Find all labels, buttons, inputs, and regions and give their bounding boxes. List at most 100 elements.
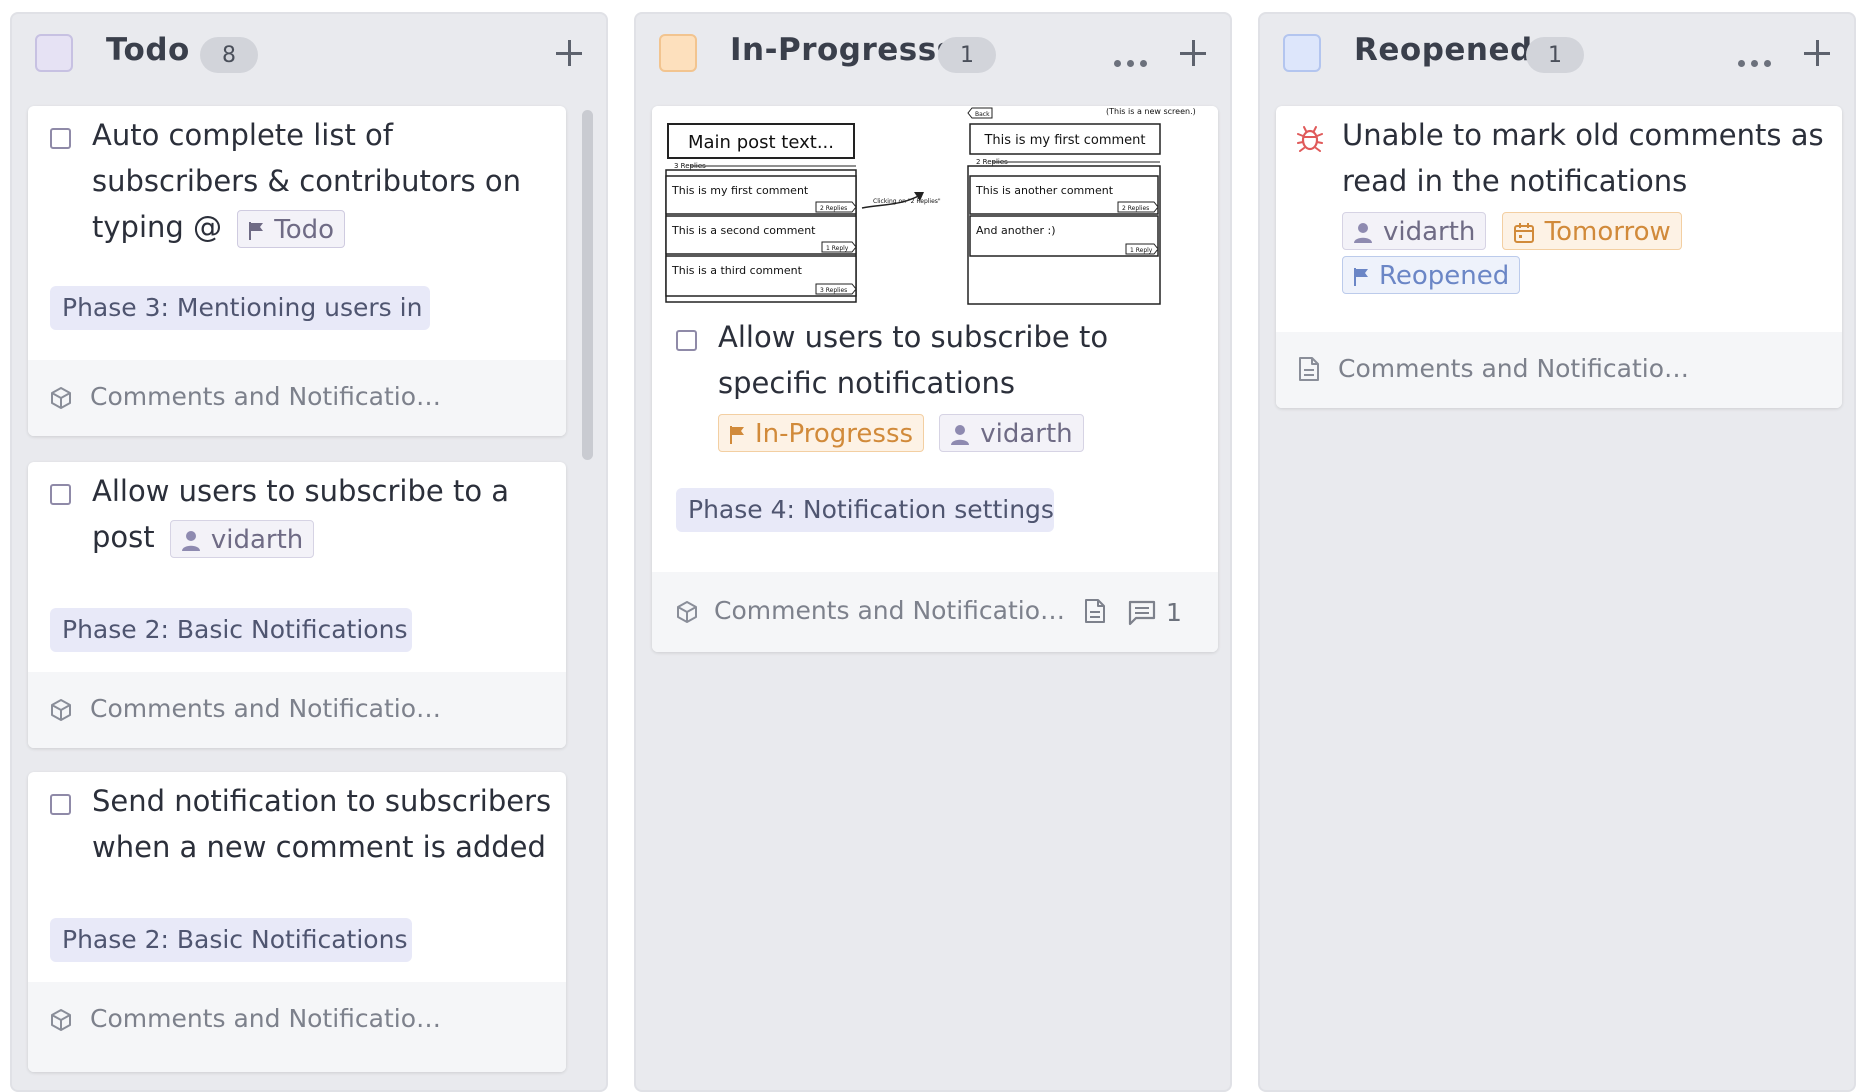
- status-chip-label: Reopened: [1379, 261, 1510, 291]
- card-title[interactable]: Allow users to subscribe to specific not…: [718, 314, 1198, 454]
- card-title-line: Allow users to subscribe to a: [92, 474, 510, 508]
- card[interactable]: Main post text... 3 Replies This is my f…: [652, 106, 1218, 652]
- mock-comment: This is my first comment: [983, 133, 1145, 148]
- mock-badge: 2 Replies: [1122, 205, 1149, 212]
- card-title-line: specific notifications: [718, 366, 1015, 400]
- card-title[interactable]: Unable to mark old comments as read in t…: [1342, 112, 1832, 296]
- comment-count: 1: [1166, 598, 1182, 627]
- mock-comment: This is a second comment: [671, 224, 816, 237]
- column-header: Todo 8: [12, 14, 606, 104]
- due-date-label: Tomorrow: [1544, 217, 1671, 247]
- due-date-chip[interactable]: Tomorrow: [1501, 212, 1682, 250]
- card-title-line: Send notification to subscribers: [92, 784, 552, 818]
- card-title-line: when a new comment is added: [92, 830, 546, 864]
- column-header: In-Progresss 1: [636, 14, 1230, 104]
- document-icon: [1299, 357, 1319, 381]
- column-todo: Todo 8 Auto complete list of subscribers…: [10, 12, 608, 1092]
- project-name[interactable]: Comments and Notificatio…: [90, 1004, 441, 1033]
- card[interactable]: Auto complete list of subscribers & cont…: [28, 106, 566, 436]
- add-card-icon[interactable]: [1804, 40, 1830, 66]
- card-chips: vidarth Tomorrow: [1342, 206, 1832, 252]
- column-color-swatch[interactable]: [659, 34, 697, 72]
- card[interactable]: Send notification to subscribers when a …: [28, 772, 566, 1072]
- mock-badge: 3 Replies: [820, 287, 847, 294]
- column-count-badge: 8: [200, 37, 258, 73]
- card-footer: Comments and Notificatio… 1: [652, 572, 1218, 652]
- card-footer: Comments and Notificatio…: [28, 982, 566, 1072]
- status-chip-label: Todo: [274, 215, 335, 245]
- column-scrollbar[interactable]: [582, 110, 593, 460]
- phase-tag[interactable]: Phase 3: Mentioning users in c: [50, 286, 430, 330]
- card[interactable]: Unable to mark old comments as read in t…: [1276, 106, 1842, 408]
- phase-tag[interactable]: Phase 2: Basic Notifications: [50, 608, 412, 652]
- kanban-board: Todo 8 Auto complete list of subscribers…: [0, 0, 1874, 1092]
- user-icon: [181, 530, 200, 551]
- add-card-icon[interactable]: [1180, 40, 1206, 66]
- project-name[interactable]: Comments and Notificatio…: [1338, 354, 1689, 383]
- status-chip-label: In-Progresss: [755, 419, 914, 449]
- assignee-name: vidarth: [1383, 217, 1476, 247]
- column-header: Reopened 1: [1260, 14, 1854, 104]
- add-card-icon[interactable]: [556, 40, 582, 66]
- phase-tag[interactable]: Phase 2: Basic Notifications: [50, 918, 412, 962]
- card-title-text: post: [92, 520, 155, 554]
- assignee-name: vidarth: [210, 525, 304, 555]
- mock-badge: 1 Reply: [826, 245, 849, 252]
- project-name[interactable]: Comments and Notificatio…: [90, 694, 441, 723]
- mock-comment: This is my first comment: [671, 184, 809, 197]
- phase-tag[interactable]: Phase 4: Notification settings: [676, 488, 1054, 532]
- mock-label: Clicking on "2 Replies": [873, 198, 941, 205]
- column-count-badge: 1: [1526, 37, 1584, 73]
- column-color-swatch[interactable]: [35, 34, 73, 72]
- cube-icon: [51, 387, 71, 409]
- card-title-line: read in the notifications: [1342, 164, 1688, 198]
- checkbox-icon[interactable]: [50, 128, 71, 149]
- assignee-chip[interactable]: vidarth: [939, 414, 1084, 452]
- checkbox-icon[interactable]: [676, 330, 697, 351]
- card-title[interactable]: Send notification to subscribers when a …: [92, 778, 562, 870]
- more-options-icon[interactable]: [1114, 36, 1148, 67]
- status-chip[interactable]: Reopened: [1342, 256, 1521, 294]
- column-title[interactable]: Todo: [106, 32, 190, 68]
- card-title-line: post vidarth: [92, 514, 552, 560]
- mock-label: (This is a new screen.): [1106, 107, 1196, 116]
- card-title-line: typing @ Todo: [92, 204, 552, 250]
- status-chip[interactable]: Todo: [237, 210, 346, 248]
- card-title-line: Unable to mark old comments as: [1342, 118, 1824, 152]
- card-title-line: Allow users to subscribe to: [718, 320, 1109, 354]
- card[interactable]: Allow users to subscribe to a post vidar…: [28, 462, 566, 748]
- card-title-line: Auto complete list of: [92, 118, 393, 152]
- mock-label: Back: [975, 111, 990, 118]
- card-footer: Comments and Notificatio…: [28, 360, 566, 436]
- mock-comment: And another :): [976, 224, 1056, 237]
- assignee-chip[interactable]: vidarth: [1342, 212, 1487, 250]
- card-title-text: typing @: [92, 210, 223, 244]
- card-chips: In-Progresss vidarth: [718, 408, 1198, 454]
- project-name[interactable]: Comments and Notificatio…: [714, 596, 1065, 625]
- column-reopened: Reopened 1 Unable to mark old comments a…: [1258, 12, 1856, 1092]
- attachment-image[interactable]: Main post text... 3 Replies This is my f…: [652, 106, 1218, 306]
- card-title[interactable]: Auto complete list of subscribers & cont…: [92, 112, 552, 250]
- assignee-chip[interactable]: vidarth: [169, 520, 315, 558]
- card-footer: Comments and Notificatio…: [28, 672, 566, 748]
- bug-icon: [1297, 126, 1323, 152]
- cube-icon: [51, 699, 71, 721]
- column-title[interactable]: In-Progresss: [730, 32, 956, 68]
- card-title[interactable]: Allow users to subscribe to a post vidar…: [92, 468, 552, 560]
- document-icon[interactable]: [1084, 598, 1106, 624]
- cube-icon: [51, 1009, 71, 1031]
- project-name[interactable]: Comments and Notificatio…: [90, 382, 441, 411]
- more-options-icon[interactable]: [1738, 36, 1772, 67]
- comment-icon[interactable]: [1128, 600, 1156, 626]
- flag-icon: [1354, 267, 1368, 286]
- user-icon: [951, 424, 970, 445]
- status-chip[interactable]: In-Progresss: [718, 414, 925, 452]
- column-title[interactable]: Reopened: [1354, 32, 1533, 68]
- column-color-swatch[interactable]: [1283, 34, 1321, 72]
- mock-comment: This is a third comment: [671, 264, 803, 277]
- checkbox-icon[interactable]: [50, 484, 71, 505]
- checkbox-icon[interactable]: [50, 794, 71, 815]
- assignee-name: vidarth: [980, 419, 1073, 449]
- flag-icon: [730, 425, 744, 444]
- mock-comment: This is another comment: [975, 184, 1114, 197]
